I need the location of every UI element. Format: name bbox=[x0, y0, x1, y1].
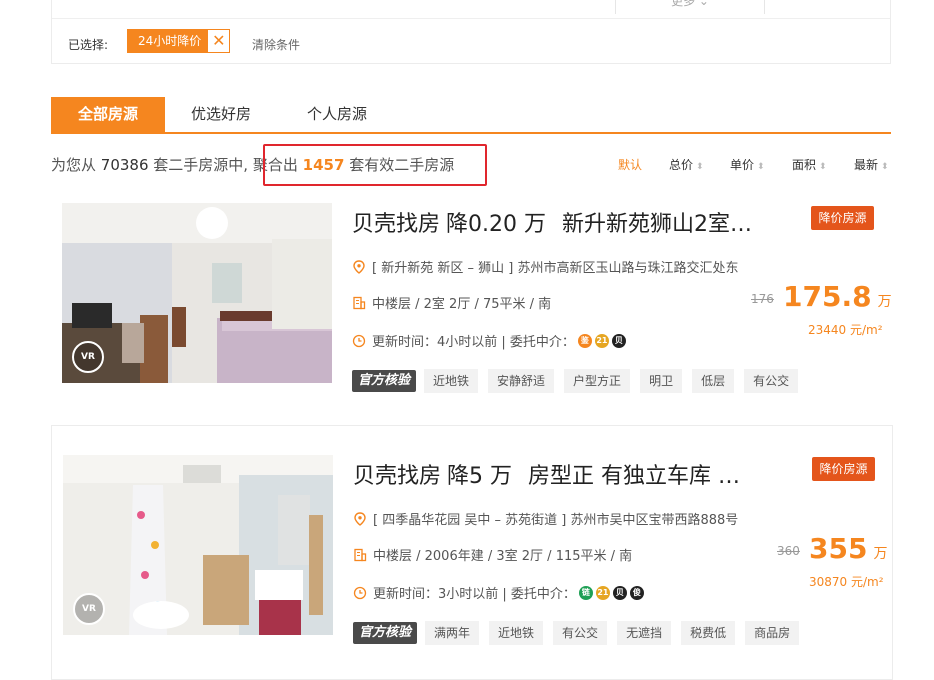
address-row: [ 新升新苑 新区 – 狮山 ] 苏州市高新区玉山路与珠江路交汇处东 bbox=[352, 257, 738, 276]
agent-logo-icon[interactable]: 21 bbox=[595, 585, 610, 600]
total-price: 355 万 bbox=[809, 532, 887, 565]
price-drop-badge: 降价房源 bbox=[812, 457, 875, 481]
update-row: 更新时间：4小时以前 | 委托中介： 鉴 21 贝 bbox=[352, 331, 626, 350]
clock-icon bbox=[353, 586, 367, 599]
listing-title[interactable]: 贝壳找房 降0.20 万新升新苑狮山2室… bbox=[352, 206, 752, 238]
price-drop-badge: 降价房源 bbox=[811, 206, 874, 230]
clock-icon bbox=[352, 334, 366, 347]
agent-logo-icon[interactable]: 鉴 bbox=[577, 333, 592, 348]
price-unit: 万 bbox=[873, 546, 888, 562]
sort-unit-price-label: 单价 bbox=[730, 158, 755, 172]
original-price: 176 bbox=[751, 292, 774, 306]
summary-prefix: 为您从 bbox=[51, 156, 97, 174]
feature-tag: 低层 bbox=[692, 369, 735, 393]
official-verified-tag: 官方核验 bbox=[352, 370, 417, 392]
feature-tag: 商品房 bbox=[745, 621, 800, 645]
title-brand: 贝壳找房 bbox=[353, 464, 442, 489]
feature-tag: 明卫 bbox=[640, 369, 683, 393]
selected-filters-label: 已选择: bbox=[68, 38, 109, 52]
tab-selected-listings[interactable]: 优选好房 bbox=[175, 97, 267, 132]
title-price-drop: 降0.20 万 bbox=[446, 212, 546, 237]
agent-logo-icon[interactable]: 贝 bbox=[612, 585, 627, 600]
summary-middle: 套二手房源中, bbox=[153, 156, 249, 174]
update-text: 更新时间：3小时以前 | 委托中介： bbox=[373, 587, 576, 602]
filter-chip-24h-price-drop[interactable]: 24小时降价 ✕ bbox=[127, 29, 231, 53]
feature-tag: 近地铁 bbox=[489, 621, 544, 645]
title-price-drop: 降5 万 bbox=[447, 464, 513, 489]
sort-arrow-icon: ⬍ bbox=[757, 162, 765, 172]
details-row: 中楼层 / 2室 2厅 / 75平米 / 南 bbox=[352, 293, 551, 312]
listing-item[interactable]: VR 贝壳找房 降0.20 万新升新苑狮山2室… 降价房源 [ 新升新苑 新区 –… bbox=[51, 192, 893, 412]
update-row: 更新时间：3小时以前 | 委托中介： 链 21 贝 俊 bbox=[353, 583, 644, 602]
filter-panel: 更多 ⌄ 已选择: 24小时降价 ✕ 清除条件 bbox=[51, 0, 891, 64]
feature-tag: 有公交 bbox=[553, 621, 608, 645]
listing-tabs: 全部房源 优选好房 个人房源 bbox=[51, 97, 891, 134]
official-verified-tag: 官方核验 bbox=[353, 622, 418, 644]
feature-tag: 安静舒适 bbox=[488, 369, 555, 393]
title-brand: 贝壳找房 bbox=[352, 212, 441, 237]
building-icon bbox=[354, 548, 367, 561]
original-price: 360 bbox=[777, 544, 800, 558]
agent-logo-icon[interactable]: 贝 bbox=[611, 333, 626, 348]
agent-logo-icon[interactable]: 21 bbox=[594, 333, 609, 348]
feature-tag: 近地铁 bbox=[424, 369, 479, 393]
location-pin-icon bbox=[354, 511, 366, 526]
sort-newest[interactable]: 最新 ⬍ bbox=[854, 156, 889, 173]
feature-tag: 满两年 bbox=[425, 621, 480, 645]
feature-tag: 户型方正 bbox=[564, 369, 631, 393]
sort-total-price-label: 总价 bbox=[669, 158, 694, 172]
listing-photo[interactable]: VR bbox=[62, 203, 332, 383]
details-text: 中楼层 / 2室 2厅 / 75平米 / 南 bbox=[372, 297, 552, 312]
update-text: 更新时间：4小时以前 | 委托中介： bbox=[372, 335, 575, 350]
tab-all-listings[interactable]: 全部房源 bbox=[51, 97, 165, 132]
details-text: 中楼层 / 2006年建 / 3室 2厅 / 115平米 / 南 bbox=[373, 549, 633, 564]
vr-icon[interactable]: VR bbox=[72, 341, 104, 373]
sort-default[interactable]: 默认 bbox=[618, 156, 642, 173]
sort-area[interactable]: 面积 ⬍ bbox=[792, 156, 827, 173]
sort-arrow-icon: ⬍ bbox=[819, 162, 827, 172]
filter-divider bbox=[52, 18, 890, 19]
close-icon[interactable]: ✕ bbox=[207, 30, 230, 52]
tags-row: 官方核验 近地铁 安静舒适 户型方正 明卫 低层 有公交 bbox=[352, 369, 808, 393]
tab-personal-listings[interactable]: 个人房源 bbox=[291, 97, 383, 132]
sort-area-label: 面积 bbox=[792, 158, 817, 172]
total-price-value: 355 bbox=[809, 532, 868, 565]
tags-row: 官方核验 满两年 近地铁 有公交 无遮挡 税费低 商品房 bbox=[353, 621, 809, 645]
price-unit: 万 bbox=[877, 294, 892, 310]
sort-total-price[interactable]: 总价 ⬍ bbox=[669, 156, 704, 173]
more-filters-button[interactable]: 更多 ⌄ bbox=[615, 0, 765, 14]
address-row: [ 四季晶华花园 吴中 – 苏苑街道 ] 苏州市吴中区宝带西路888号 bbox=[353, 509, 738, 528]
feature-tag: 有公交 bbox=[744, 369, 799, 393]
sort-arrow-icon: ⬍ bbox=[696, 162, 704, 172]
total-price: 175.8 万 bbox=[783, 280, 892, 313]
clear-filters-link[interactable]: 清除条件 bbox=[252, 36, 300, 53]
listing-title[interactable]: 贝壳找房 降5 万房型正 有独立车库 … bbox=[353, 458, 740, 490]
agent-logo-icon[interactable]: 俊 bbox=[629, 585, 644, 600]
agent-logo-icon[interactable]: 链 bbox=[578, 585, 593, 600]
sort-unit-price[interactable]: 单价 ⬍ bbox=[730, 156, 765, 173]
sort-newest-label: 最新 bbox=[854, 158, 879, 172]
location-pin-icon bbox=[353, 259, 365, 274]
listing-photo[interactable]: VR bbox=[63, 455, 333, 635]
vr-icon[interactable]: VR bbox=[73, 593, 105, 625]
filter-chip-label: 24小时降价 bbox=[138, 34, 202, 48]
total-price-value: 175.8 bbox=[783, 280, 872, 313]
sort-arrow-icon: ⬍ bbox=[881, 162, 889, 172]
unit-price: 30870 元/m² bbox=[809, 575, 884, 589]
feature-tag: 无遮挡 bbox=[617, 621, 672, 645]
summary-total: 70386 bbox=[100, 156, 149, 174]
listing-item[interactable]: VR 贝壳找房 降5 万房型正 有独立车库 … 降价房源 [ 四季晶华花园 吴中 … bbox=[51, 425, 893, 680]
title-text: 房型正 有独立车库 … bbox=[528, 464, 741, 489]
address-link[interactable]: [ 四季晶华花园 吴中 – 苏苑街道 ] 苏州市吴中区宝带西路888号 bbox=[373, 509, 738, 528]
title-text: 新升新苑狮山2室… bbox=[562, 212, 752, 237]
building-icon bbox=[353, 296, 366, 309]
feature-tag: 税费低 bbox=[681, 621, 736, 645]
address-link[interactable]: [ 新升新苑 新区 – 狮山 ] 苏州市高新区玉山路与珠江路交汇处东 bbox=[372, 257, 738, 276]
details-row: 中楼层 / 2006年建 / 3室 2厅 / 115平米 / 南 bbox=[353, 545, 632, 564]
highlight-box bbox=[263, 144, 487, 186]
unit-price: 23440 元/m² bbox=[808, 323, 883, 337]
